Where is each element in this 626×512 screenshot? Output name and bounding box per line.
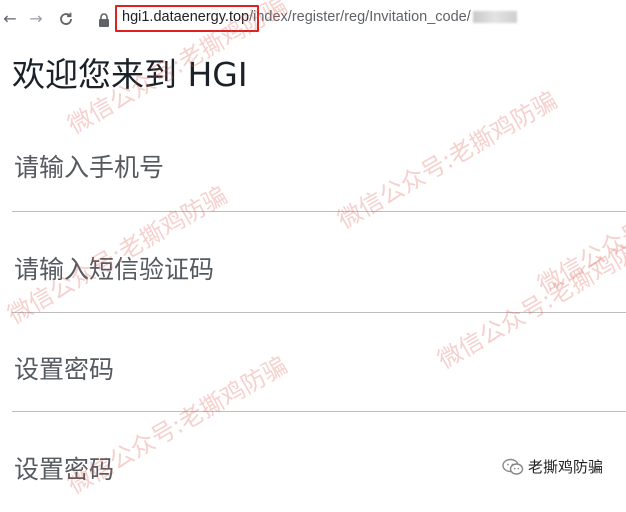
wechat-account-name: 老撕鸡防骗 xyxy=(528,458,604,476)
confirm-password-placeholder: 设置密码 xyxy=(14,455,115,484)
page-title: 欢迎您来到 HGI xyxy=(12,55,248,94)
blurred-invitation-code xyxy=(472,11,517,24)
sms-code-placeholder: 请输入短信验证码 xyxy=(14,255,215,284)
url-path: /index/register/reg/Invitation_code/ xyxy=(249,9,471,25)
sms-code-field[interactable]: 请输入短信验证码 xyxy=(12,212,626,313)
password-placeholder: 设置密码 xyxy=(14,355,115,384)
phone-placeholder: 请输入手机号 xyxy=(14,153,165,182)
browser-toolbar: ← → hgi1.dataenergy.top/index/register/r… xyxy=(0,0,626,40)
url-highlight-box xyxy=(115,5,259,32)
back-arrow-icon[interactable]: ← xyxy=(0,9,20,29)
reload-icon[interactable] xyxy=(56,9,76,29)
wechat-icon xyxy=(502,458,524,476)
phone-field[interactable]: 请输入手机号 xyxy=(12,118,626,218)
lock-icon[interactable] xyxy=(98,12,110,27)
password-field[interactable]: 设置密码 xyxy=(12,312,626,412)
forward-arrow-icon[interactable]: → xyxy=(26,9,46,29)
wechat-account-logo: 老撕鸡防骗 xyxy=(498,454,608,479)
